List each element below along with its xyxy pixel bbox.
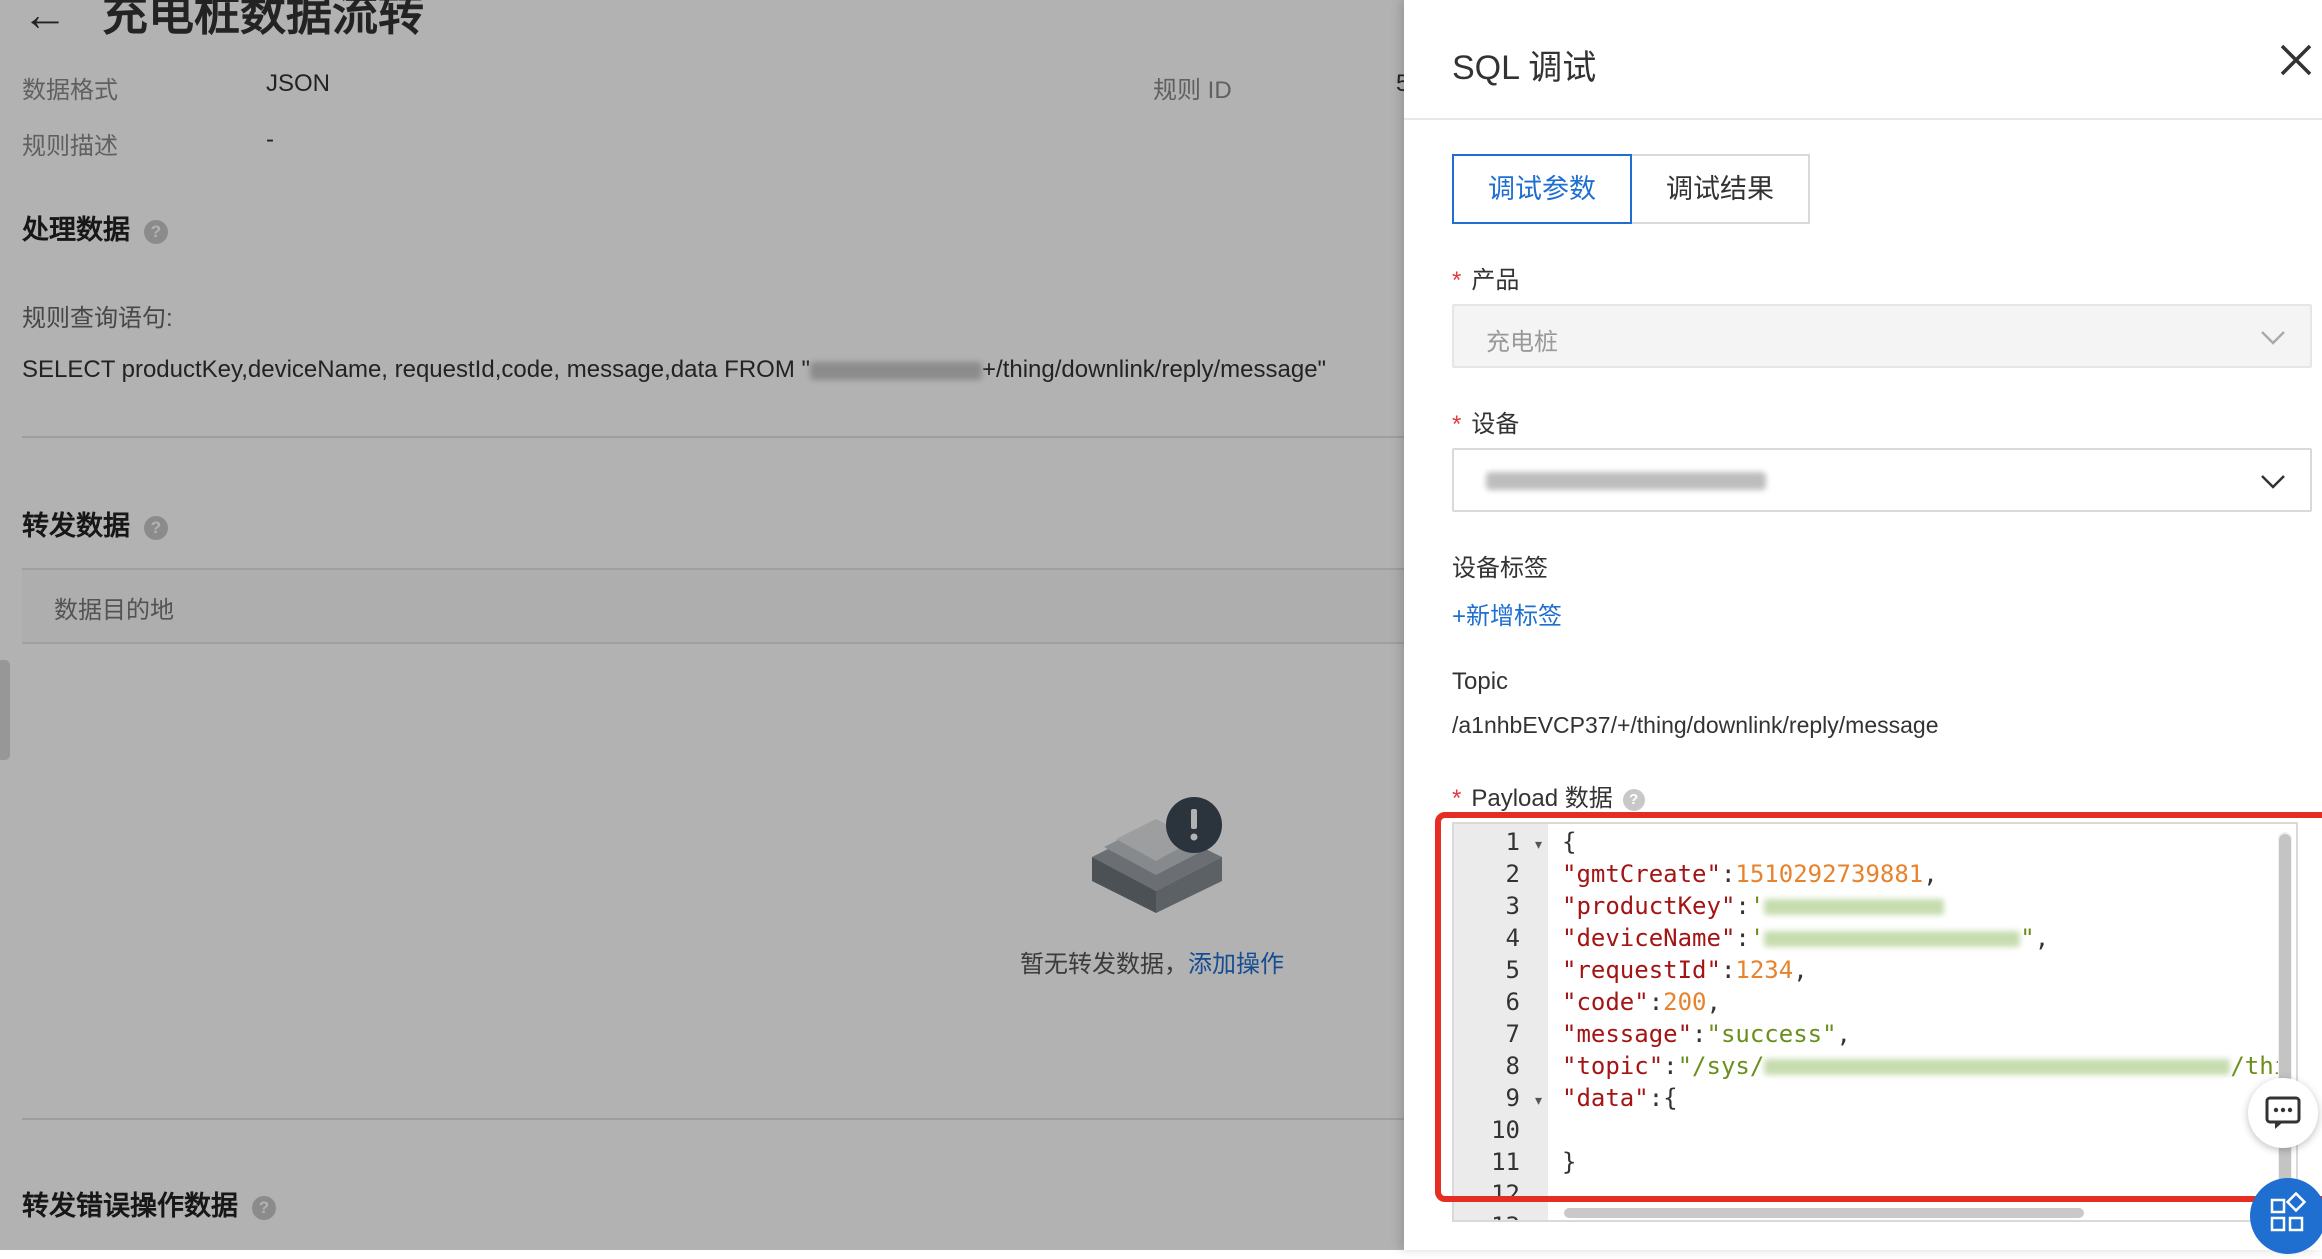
topic-value: /a1nhbEVCP37/+/thing/downlink/reply/mess… bbox=[1452, 712, 1939, 738]
code-line: "requestId":1234, bbox=[1562, 956, 1808, 984]
add-tag-link[interactable]: +新增标签 bbox=[1452, 596, 1562, 631]
redacted-value bbox=[1764, 1059, 2231, 1075]
code-line: "data":{ bbox=[1562, 1084, 1678, 1112]
modal-mask[interactable] bbox=[0, 0, 1404, 1250]
device-field-label: * 设备 bbox=[1452, 404, 1519, 439]
chevron-down-icon bbox=[2261, 331, 2285, 345]
line-number: 11 bbox=[1491, 1148, 1520, 1176]
product-field-label: * 产品 bbox=[1452, 260, 1519, 295]
code-content: { "gmtCreate":1510292739881, "productKey… bbox=[1562, 824, 2288, 1220]
line-number: 6 bbox=[1505, 988, 1520, 1016]
device-select[interactable] bbox=[1452, 448, 2312, 512]
code-line: "productKey":' bbox=[1562, 892, 1945, 920]
required-mark: * bbox=[1452, 785, 1462, 812]
line-number: 12 bbox=[1491, 1180, 1520, 1208]
chat-icon bbox=[2265, 1096, 2301, 1129]
redacted-value bbox=[1764, 931, 2021, 947]
product-select-value: 充电桩 bbox=[1486, 329, 1558, 356]
fold-toggle-icon[interactable]: ▾ bbox=[1535, 1092, 1542, 1109]
topic-label: Topic bbox=[1452, 668, 1509, 695]
line-number: 7 bbox=[1505, 1020, 1520, 1048]
line-number: 4 bbox=[1505, 924, 1520, 952]
close-icon[interactable] bbox=[2276, 40, 2316, 80]
code-line: "gmtCreate":1510292739881, bbox=[1562, 860, 1938, 888]
line-number: 9 bbox=[1505, 1084, 1520, 1112]
required-mark: * bbox=[1452, 411, 1462, 438]
horizontal-scrollbar[interactable] bbox=[1564, 1208, 2084, 1218]
divider bbox=[1404, 118, 2322, 120]
line-number: 1 bbox=[1505, 828, 1520, 856]
code-line: } bbox=[1562, 1148, 1577, 1176]
sql-debug-drawer: SQL 调试 调试参数 调试结果 * 产品 充电桩 * 设备 设备标签 +新增标签 … bbox=[1404, 0, 2322, 1250]
chevron-down-icon bbox=[2261, 475, 2285, 489]
vertical-scrollbar[interactable] bbox=[2278, 832, 2292, 1212]
line-number: 13 bbox=[1491, 1212, 1520, 1220]
code-line: "message":"success", bbox=[1562, 1020, 1851, 1048]
drawer-title: SQL 调试 bbox=[1452, 49, 1597, 87]
tab-debug-params[interactable]: 调试参数 bbox=[1452, 154, 1632, 224]
chat-button[interactable] bbox=[2248, 1078, 2318, 1148]
code-line: "code":200, bbox=[1562, 988, 1721, 1016]
line-number-gutter: 1 ▾ 2 3 4 5 6 7 8 9 ▾ 10 11 12 13 bbox=[1454, 824, 1548, 1220]
payload-code-editor[interactable]: 1 ▾ 2 3 4 5 6 7 8 9 ▾ 10 11 12 13 { "gmt… bbox=[1452, 822, 2298, 1222]
line-number: 2 bbox=[1505, 860, 1520, 888]
line-number: 3 bbox=[1505, 892, 1520, 920]
line-number: 10 bbox=[1491, 1116, 1520, 1144]
apps-grid-icon bbox=[2270, 1191, 2307, 1232]
tab-debug-results[interactable]: 调试结果 bbox=[1630, 154, 1810, 224]
line-number: 8 bbox=[1505, 1052, 1520, 1080]
product-label-text: 产品 bbox=[1471, 267, 1520, 294]
payload-field-label: * Payload 数据? bbox=[1452, 778, 1645, 813]
redacted-value bbox=[1764, 899, 1945, 915]
code-line: "topic":"/sys//thi bbox=[1562, 1052, 2289, 1080]
fold-toggle-icon[interactable]: ▾ bbox=[1535, 836, 1542, 853]
code-line: { bbox=[1562, 828, 1577, 856]
apps-menu-button[interactable] bbox=[2250, 1178, 2322, 1254]
device-label-text: 设备 bbox=[1471, 411, 1520, 438]
device-tags-label: 设备标签 bbox=[1452, 555, 1548, 582]
payload-label-text: Payload 数据 bbox=[1471, 785, 1613, 812]
redacted-device-name bbox=[1486, 472, 1766, 490]
debug-tabs: 调试参数 调试结果 bbox=[1452, 154, 1810, 224]
required-mark: * bbox=[1452, 267, 1462, 294]
product-select[interactable]: 充电桩 bbox=[1452, 304, 2312, 368]
code-line: "deviceName":' ", bbox=[1562, 924, 2050, 952]
help-icon[interactable]: ? bbox=[1622, 788, 1645, 811]
line-number: 5 bbox=[1505, 956, 1520, 984]
